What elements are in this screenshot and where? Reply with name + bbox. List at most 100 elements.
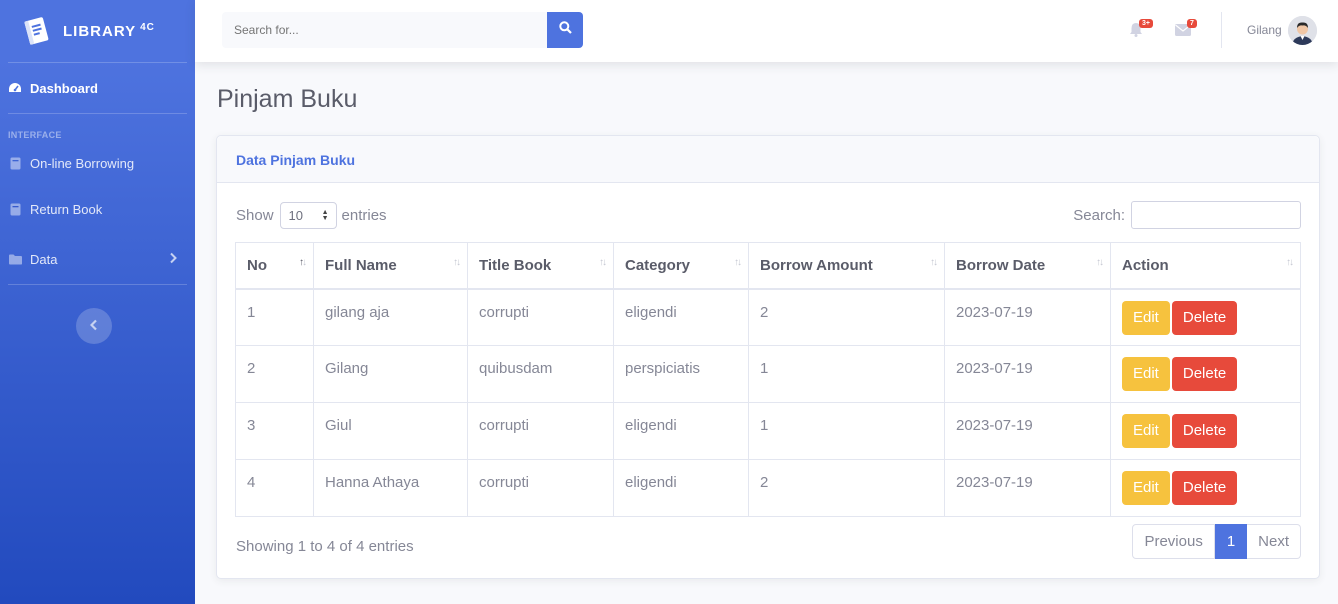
sort-icon: ↑↓ <box>734 257 742 268</box>
cell-borrow-amount: 2 <box>748 288 945 346</box>
cell-category: perspiciatis <box>613 345 749 403</box>
data-card: Data Pinjam Buku Show 10 ▲ ▼ entries Sear… <box>216 135 1320 579</box>
topbar: 3+ 7 Gilang <box>195 0 1338 62</box>
pagination: Previous 1 Next <box>1132 524 1301 559</box>
cell-borrow-amount: 1 <box>748 402 945 460</box>
sidebar-heading: INTERFACE <box>8 130 62 140</box>
alerts-button[interactable]: 3+ <box>1129 19 1153 42</box>
cell-borrow-date: 2023-07-19 <box>944 288 1111 346</box>
col-header-label: Full Name <box>325 256 397 274</box>
cell-title-book: corrupti <box>467 459 614 517</box>
select-arrows-icon: ▲ ▼ <box>321 209 329 222</box>
col-header-no[interactable]: No ↑↓ <box>235 242 314 290</box>
search-icon <box>558 21 572 39</box>
col-header-borrow-amount[interactable]: Borrow Amount ↑↓ <box>748 242 945 290</box>
sort-icon: ↑↓ <box>930 257 938 268</box>
sidebar: LIBRARY 4C Dashboard INTERFACE On-line Bo… <box>0 0 195 604</box>
cell-no: 3 <box>235 402 314 460</box>
cell-full-name: gilang aja <box>313 288 468 346</box>
chevron-right-icon <box>169 252 177 267</box>
folder-icon <box>8 252 22 266</box>
show-label: Show <box>236 207 274 224</box>
sidebar-item-data[interactable]: Data <box>0 234 195 284</box>
sort-icon: ↑↓ <box>299 257 307 268</box>
cell-borrow-date: 2023-07-19 <box>944 345 1111 403</box>
cell-no: 1 <box>235 288 314 346</box>
previous-page-button[interactable]: Previous <box>1132 524 1215 559</box>
sort-icon: ↑↓ <box>1096 257 1104 268</box>
sort-icon: ↑↓ <box>1286 257 1294 268</box>
data-table: No ↑↓ Full Name ↑↓ Title Book ↑↓ Category ↑↓… <box>235 242 1301 517</box>
book-logo-icon <box>20 15 52 47</box>
entries-length-control: Show 10 ▲ ▼ entries <box>236 202 387 229</box>
cell-category: eligendi <box>613 459 749 517</box>
sidebar-item-online-borrowing[interactable]: On-line Borrowing <box>0 142 195 184</box>
cell-category: eligendi <box>613 288 749 346</box>
cell-borrow-amount: 1 <box>748 345 945 403</box>
edit-button[interactable]: Edit <box>1122 357 1170 391</box>
delete-button[interactable]: Delete <box>1171 471 1238 505</box>
brand-sup: 4C <box>140 22 155 33</box>
table-search-input[interactable] <box>1131 201 1301 229</box>
col-header-action[interactable]: Action ↑↓ <box>1110 242 1301 290</box>
delete-button[interactable]: Delete <box>1171 357 1238 391</box>
brand[interactable]: LIBRARY 4C <box>0 0 195 62</box>
col-header-borrow-date[interactable]: Borrow Date ↑↓ <box>944 242 1111 290</box>
sort-icon: ↑↓ <box>599 257 607 268</box>
col-header-label: Category <box>625 256 691 274</box>
delete-button[interactable]: Delete <box>1171 414 1238 448</box>
messages-button[interactable]: 7 <box>1175 19 1197 41</box>
cell-full-name: Hanna Athaya <box>313 459 468 517</box>
next-page-button[interactable]: Next <box>1247 524 1301 559</box>
entries-label: entries <box>341 207 387 224</box>
alerts-badge: 3+ <box>1139 19 1153 28</box>
search-button[interactable] <box>547 12 583 48</box>
avatar[interactable] <box>1288 16 1317 45</box>
sidebar-toggle-button[interactable] <box>76 308 112 344</box>
sidebar-item-return-book[interactable]: Return Book <box>0 184 195 234</box>
sidebar-item-label: Data <box>30 251 58 267</box>
sidebar-item-label: Dashboard <box>30 80 98 96</box>
col-header-label: Borrow Amount <box>760 256 873 274</box>
delete-button[interactable]: Delete <box>1171 300 1238 335</box>
cell-full-name: Giul <box>313 402 468 460</box>
col-header-title-book[interactable]: Title Book ↑↓ <box>467 242 614 290</box>
table-row: 4 Hanna Athaya corrupti eligendi 2 2023-… <box>235 459 1301 517</box>
chevron-left-icon <box>89 318 98 334</box>
cell-borrow-date: 2023-07-19 <box>944 402 1111 460</box>
table-row: 3 Giul corrupti eligendi 1 2023-07-19 Ed… <box>235 402 1301 460</box>
entries-length-select[interactable]: 10 ▲ ▼ <box>279 202 337 229</box>
topbar-search <box>222 12 583 48</box>
cell-borrow-date: 2023-07-19 <box>944 459 1111 517</box>
table-search: Search: <box>1073 201 1301 229</box>
sidebar-item-label: Return Book <box>30 201 103 217</box>
cell-title-book: corrupti <box>467 402 614 460</box>
cell-action: Edit Delete <box>1110 402 1301 460</box>
cell-action: Edit Delete <box>1110 288 1301 346</box>
cell-no: 4 <box>235 459 314 517</box>
user-name[interactable]: Gilang <box>1247 23 1282 37</box>
col-header-full-name[interactable]: Full Name ↑↓ <box>313 242 468 290</box>
table-header-row: No ↑↓ Full Name ↑↓ Title Book ↑↓ Category ↑↓… <box>235 242 1301 290</box>
messages-badge: 7 <box>1187 19 1197 28</box>
sidebar-item-dashboard[interactable]: Dashboard <box>0 63 195 113</box>
edit-button[interactable]: Edit <box>1122 300 1170 335</box>
cell-category: eligendi <box>613 402 749 460</box>
entries-length-value: 10 <box>288 208 303 223</box>
cell-action: Edit Delete <box>1110 345 1301 403</box>
col-header-label: Borrow Date <box>956 256 1046 274</box>
cell-full-name: Gilang <box>313 345 468 403</box>
cell-no: 2 <box>235 345 314 403</box>
cell-borrow-amount: 2 <box>748 459 945 517</box>
tachometer-icon <box>8 81 22 95</box>
col-header-category[interactable]: Category ↑↓ <box>613 242 749 290</box>
edit-button[interactable]: Edit <box>1122 414 1170 448</box>
edit-button[interactable]: Edit <box>1122 471 1170 505</box>
search-input[interactable] <box>222 12 547 48</box>
page-1-button[interactable]: 1 <box>1214 524 1248 559</box>
table-search-label: Search: <box>1073 206 1125 224</box>
brand-name: LIBRARY 4C <box>63 22 155 40</box>
cell-title-book: corrupti <box>467 288 614 346</box>
table-row: 2 Gilang quibusdam perspiciatis 1 2023-0… <box>235 345 1301 403</box>
book-icon <box>8 202 22 216</box>
